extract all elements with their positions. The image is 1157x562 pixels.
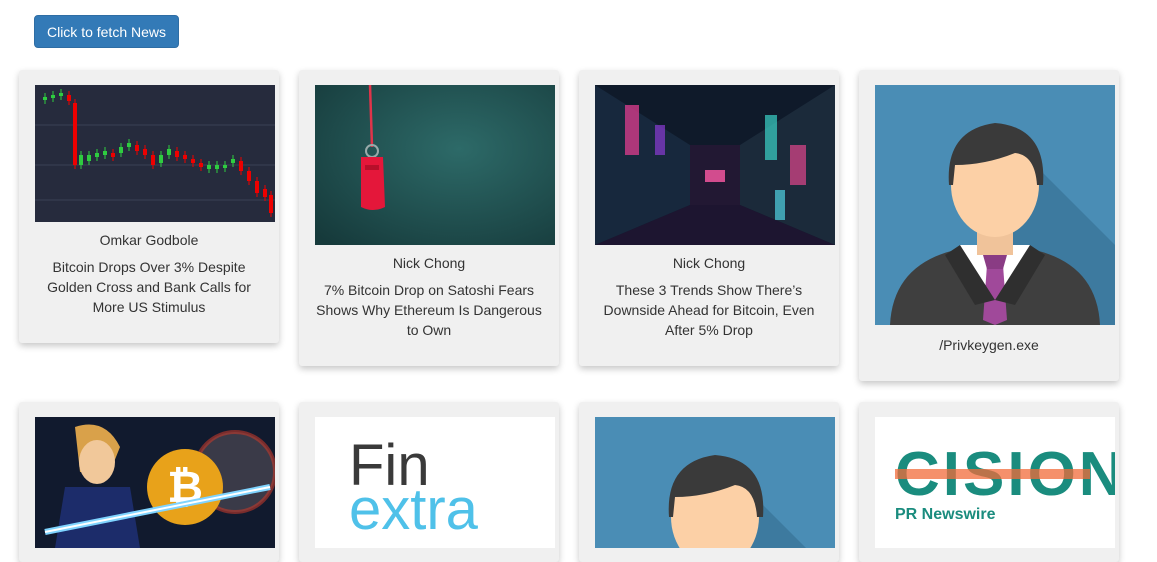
finextra-logo: Fin extra	[315, 417, 555, 548]
news-card[interactable]: Fin extra	[299, 402, 559, 562]
red-whistle-image	[315, 85, 555, 245]
cision-logo-subtext: PR Newswire	[895, 506, 996, 523]
article-author: Nick Chong	[672, 255, 746, 271]
finextra-logo-extra: extra	[349, 477, 479, 542]
news-card[interactable]: Nick Chong 7% Bitcoin Drop on Satoshi Fe…	[299, 70, 559, 366]
news-card[interactable]: Nick Chong These 3 Trends Show There’s D…	[579, 70, 839, 366]
fetch-news-button[interactable]: Click to fetch News	[34, 15, 179, 48]
article-title[interactable]: These 3 Trends Show There’s Downside Ahe…	[595, 280, 823, 340]
news-card[interactable]: ₿	[19, 402, 279, 562]
neon-alley-image	[595, 85, 835, 245]
article-title[interactable]: Bitcoin Drops Over 3% Despite Golden Cro…	[35, 257, 263, 317]
news-card[interactable]: /Privkeygen.exe	[859, 70, 1119, 381]
news-card[interactable]: Omkar Godbole Bitcoin Drops Over 3% Desp…	[19, 70, 279, 343]
article-title[interactable]: /Privkeygen.exe	[875, 335, 1103, 355]
news-card[interactable]: CISION PR Newswire	[859, 402, 1119, 562]
default-avatar-image	[595, 417, 835, 548]
default-avatar-image	[875, 85, 1115, 325]
lightsaber-bitcoin-image: ₿	[35, 417, 275, 548]
article-title[interactable]: 7% Bitcoin Drop on Satoshi Fears Shows W…	[315, 280, 543, 340]
news-card[interactable]	[579, 402, 839, 562]
article-author: Nick Chong	[392, 255, 466, 271]
cision-logo: CISION PR Newswire	[875, 417, 1115, 548]
candlestick-chart-image	[35, 85, 275, 222]
article-author: Omkar Godbole	[99, 232, 199, 248]
